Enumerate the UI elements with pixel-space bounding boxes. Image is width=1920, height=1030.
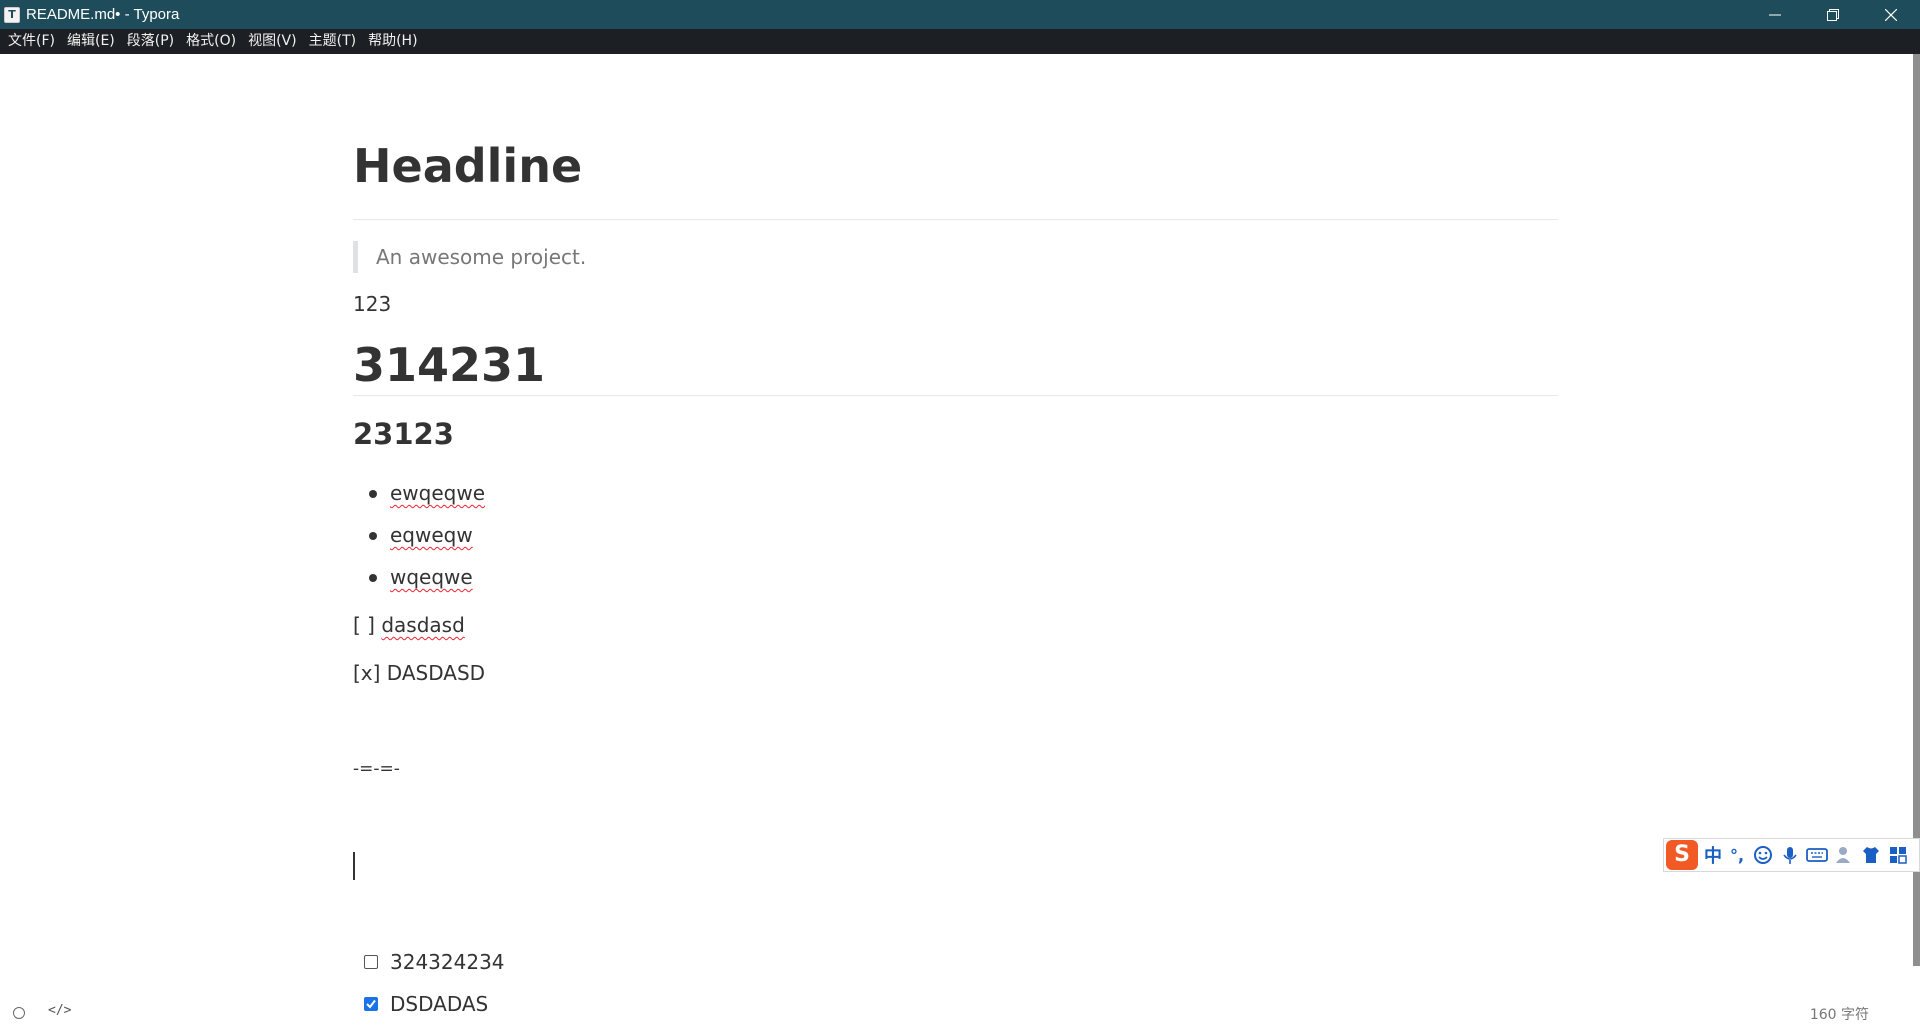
heading-headline[interactable]: Headline [353,112,1558,220]
menu-format[interactable]: 格式(O) [182,29,244,54]
typora-app-icon: T [4,6,20,23]
raw-task-done[interactable]: [x] DASDASD [353,658,485,688]
emoji-icon[interactable] [1752,844,1774,866]
raw-task-open[interactable]: [ ] dasdasd [353,610,465,640]
word-count[interactable]: 160 字符 [1810,1004,1869,1024]
heading-314231[interactable]: 314231 [353,334,1558,396]
restore-button[interactable] [1804,0,1862,29]
window-title: README.md• - Typora [26,6,180,23]
bullet-dot [369,490,377,498]
skin-shirt-icon[interactable] [1860,844,1882,866]
close-icon [1885,8,1897,21]
list-item[interactable]: eqweqw [390,520,473,550]
status-bar: </> 160 字符 [0,994,1920,1030]
menu-help[interactable]: 帮助(H) [364,29,425,54]
menu-edit[interactable]: 编辑(E) [63,29,123,54]
sogou-logo-icon[interactable]: S [1666,840,1698,870]
list-item-text: ewqeqwe [390,481,486,505]
list-item-text: wqeqwe [390,565,473,589]
ime-toolbar[interactable]: S 中 °, [1663,838,1920,872]
text-cursor [353,852,355,880]
microphone-icon[interactable] [1779,844,1801,866]
bullet-dot [369,532,377,540]
list-item-text: eqweqw [390,523,473,547]
ime-punct-toggle[interactable]: °, [1730,846,1744,865]
menu-file[interactable]: 文件(F) [4,29,63,54]
task-item[interactable]: 324324234 [364,947,505,977]
menu-theme[interactable]: 主题(T) [305,29,364,54]
raw-task-prefix: [ ] [353,613,382,637]
editor-area[interactable]: Headline An awesome project. 123 314231 … [353,54,1558,1016]
menu-view[interactable]: 视图(V) [244,29,305,54]
grid-menu-icon[interactable] [1887,844,1909,866]
restore-icon [1827,8,1839,21]
list-item[interactable]: wqeqwe [390,562,473,592]
list-item[interactable]: ewqeqwe [390,478,485,508]
source-code-toggle-icon[interactable]: </> [48,1003,71,1018]
menu-bar: 文件(F) 编辑(E) 段落(P) 格式(O) 视图(V) 主题(T) 帮助(H… [0,29,1920,54]
keyboard-icon[interactable] [1806,844,1828,866]
heading-23123[interactable]: 23123 [353,414,454,454]
blockquote[interactable]: An awesome project. [353,241,586,273]
paragraph-123[interactable]: 123 [353,289,391,319]
separator-text[interactable]: -=-=- [353,754,400,784]
blockquote-text: An awesome project. [376,245,587,269]
close-button[interactable] [1862,0,1920,29]
raw-task-text: dasdasd [381,613,465,637]
task-text: 324324234 [390,950,505,974]
menu-paragraph[interactable]: 段落(P) [123,29,182,54]
ime-mode-toggle[interactable]: 中 [1704,842,1722,868]
outline-toggle-icon[interactable] [13,1007,25,1019]
minimize-icon [1769,14,1781,15]
bullet-dot [369,574,377,582]
minimize-button[interactable] [1746,0,1804,29]
task-checkbox-unchecked[interactable] [364,955,378,969]
vertical-scrollbar[interactable] [1912,54,1920,966]
user-icon[interactable] [1833,844,1855,866]
scrollbar-thumb[interactable] [1913,54,1920,966]
title-bar: T README.md• - Typora [0,0,1920,29]
